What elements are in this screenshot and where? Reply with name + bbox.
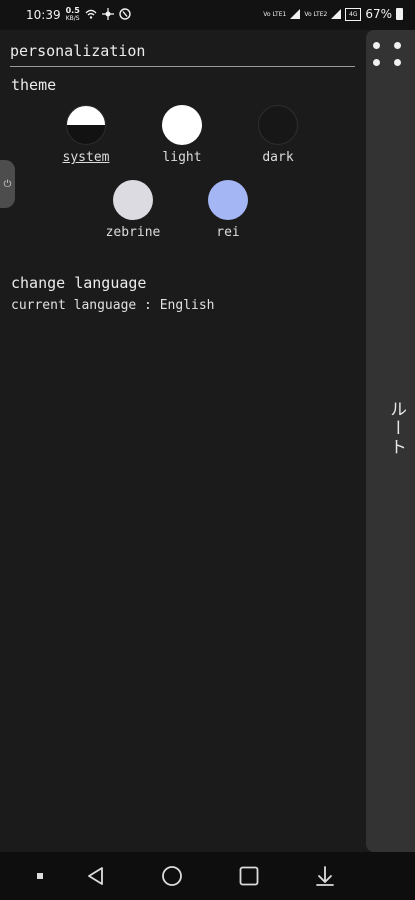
change-language-button[interactable]: change language <box>11 274 146 292</box>
theme-swatch-light[interactable] <box>162 105 202 145</box>
net-speed: 0.5 KB/S <box>66 7 80 23</box>
status-time: 10:39 <box>26 8 61 22</box>
theme-label-light[interactable]: light <box>142 150 222 165</box>
theme-swatch-system[interactable] <box>66 105 106 145</box>
edge-panel-handle[interactable]: ⏻ <box>0 160 15 208</box>
back-icon[interactable] <box>84 864 108 888</box>
theme-swatch-dark[interactable] <box>258 105 298 145</box>
wifi-icon <box>85 8 97 23</box>
theme-label-system[interactable]: system <box>46 150 126 165</box>
download-icon[interactable] <box>313 864 337 888</box>
recents-icon[interactable] <box>237 864 261 888</box>
personalization-panel: personalization theme system light dark … <box>0 30 365 852</box>
status-right: Vo LTE1 Vo LTE2 4G 67% <box>263 7 403 21</box>
navigation-bar <box>0 852 415 900</box>
battery-icon <box>396 8 403 20</box>
sync-icon <box>119 7 131 23</box>
theme-option-zebrine[interactable]: zebrine <box>93 180 173 240</box>
power-icon: ⏻ <box>3 178 12 190</box>
theme-option-dark[interactable]: dark <box>238 105 318 165</box>
current-language: current language : English <box>11 298 215 313</box>
home-icon[interactable] <box>160 864 184 888</box>
nav-dot-icon[interactable] <box>28 864 52 888</box>
status-bar: 10:39 0.5 KB/S Vo LTE1 Vo LTE2 4G 67% <box>0 0 415 30</box>
drawer-vertical-text: ルート <box>386 400 406 457</box>
current-language-value: English <box>159 298 215 313</box>
signal-icon <box>331 9 342 19</box>
sim1-label: Vo LTE1 <box>263 10 287 18</box>
grid-dots-icon[interactable] <box>373 42 403 72</box>
network-type: 4G <box>345 7 362 21</box>
sim2-label: Vo LTE2 <box>304 10 328 18</box>
net-speed-value: 0.5 <box>65 6 80 15</box>
net-speed-unit: KB/S <box>65 15 80 22</box>
title-bar: personalization <box>10 41 355 67</box>
network-icon <box>101 7 114 23</box>
status-left: 10:39 0.5 KB/S <box>26 7 131 23</box>
battery-percent: 67% <box>365 7 392 21</box>
theme-option-system[interactable]: system <box>46 105 126 165</box>
current-language-label: current language : <box>11 298 160 313</box>
theme-label-dark[interactable]: dark <box>238 150 318 165</box>
page-title: personalization <box>10 42 146 60</box>
theme-option-rei[interactable]: rei <box>188 180 268 240</box>
signal-icon <box>290 9 301 19</box>
theme-option-light[interactable]: light <box>142 105 222 165</box>
theme-label-rei[interactable]: rei <box>188 225 268 240</box>
theme-swatch-rei[interactable] <box>208 180 248 220</box>
theme-swatch-zebrine[interactable] <box>113 180 153 220</box>
theme-heading: theme <box>11 76 57 94</box>
theme-label-zebrine[interactable]: zebrine <box>93 225 173 240</box>
side-drawer[interactable]: ルート <box>366 30 415 852</box>
